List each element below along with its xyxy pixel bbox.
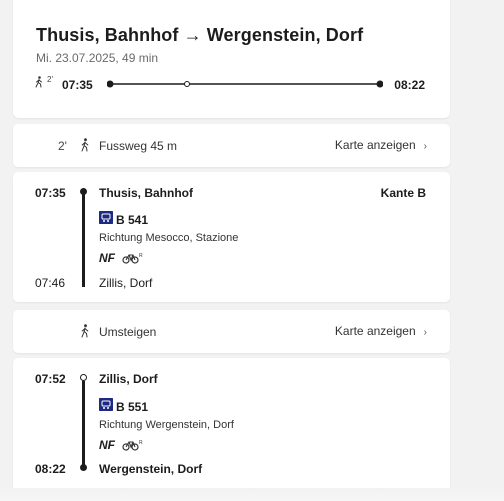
leg1-direction: Richtung Mesocco, Stazione [99, 232, 239, 244]
summary-walk-minutes: 2' [47, 75, 53, 84]
leg2-track-line [82, 381, 85, 466]
bottom-fade [0, 488, 504, 501]
timeline-transfer-dot [184, 81, 190, 87]
show-map-link[interactable]: Karte anzeigen › [335, 324, 427, 338]
leg1-low-floor-attribute: NF [99, 251, 115, 265]
footpath-minutes: 2' [58, 139, 67, 153]
leg1-departure-time: 07:35 [35, 186, 66, 200]
bicycle-reservation-icon: R [122, 253, 143, 264]
leg2-arrival-time: 08:22 [35, 462, 66, 476]
leg1-arrival-time: 07:46 [35, 276, 66, 290]
bicycle-reservation-icon: R [122, 440, 143, 451]
footpath-row[interactable]: 2' Fussweg 45 m Karte anzeigen › [13, 124, 450, 167]
svg-text:R: R [139, 440, 143, 446]
leg1-departure-stop: Thusis, Bahnhof [99, 186, 193, 200]
svg-text:R: R [139, 253, 143, 259]
leg1-track-line [82, 192, 85, 287]
leg2-line-number: B 551 [116, 400, 149, 414]
summary-arrival-time: 08:22 [394, 78, 425, 92]
pedestrian-icon [81, 324, 89, 338]
transfer-row[interactable]: Umsteigen Karte anzeigen › [13, 310, 450, 353]
journey-timeline [107, 80, 383, 88]
footpath-label: Fussweg 45 m [99, 139, 178, 153]
leg1-line-number: B 541 [116, 213, 149, 227]
show-map-link[interactable]: Karte anzeigen › [335, 138, 427, 152]
connection-summary-card: Thusis, Bahnhof → Wergenstein, Dorf Mi. … [13, 0, 450, 118]
leg2-arrival-stop: Wergenstein, Dorf [99, 462, 203, 476]
summary-departure-time: 07:35 [62, 78, 93, 92]
pedestrian-icon [35, 76, 42, 88]
leg1-platform: Kante B [380, 186, 426, 200]
leg2-arrival-dot [80, 464, 87, 471]
journey-leg-1[interactable]: 07:35 Thusis, Bahnhof Kante B B 541 Rich… [13, 172, 450, 302]
leg2-departure-stop: Zillis, Dorf [99, 372, 158, 386]
leg2-departure-dot [80, 374, 87, 381]
bus-icon [99, 211, 113, 224]
leg1-arrival-stop: Zillis, Dorf [99, 276, 153, 290]
leg2-direction: Richtung Wergenstein, Dorf [99, 419, 234, 431]
bus-icon [99, 398, 113, 411]
pedestrian-icon [81, 138, 89, 152]
timeline-start-dot [107, 80, 114, 88]
connection-title: Thusis, Bahnhof → Wergenstein, Dorf [36, 25, 364, 45]
timeline-end-dot [376, 80, 383, 88]
journey-leg-2[interactable]: 07:52 Zillis, Dorf B 551 Richtung Wergen… [13, 358, 450, 493]
chevron-right-icon: › [423, 327, 427, 338]
show-map-label: Karte anzeigen [334, 324, 416, 338]
leg2-departure-time: 07:52 [35, 372, 66, 386]
transfer-label: Umsteigen [99, 325, 157, 339]
show-map-label: Karte anzeigen [334, 138, 416, 152]
connection-date-duration: Mi. 23.07.2025, 49 min [36, 51, 159, 65]
leg2-low-floor-attribute: NF [99, 438, 115, 452]
chevron-right-icon: › [423, 141, 427, 152]
